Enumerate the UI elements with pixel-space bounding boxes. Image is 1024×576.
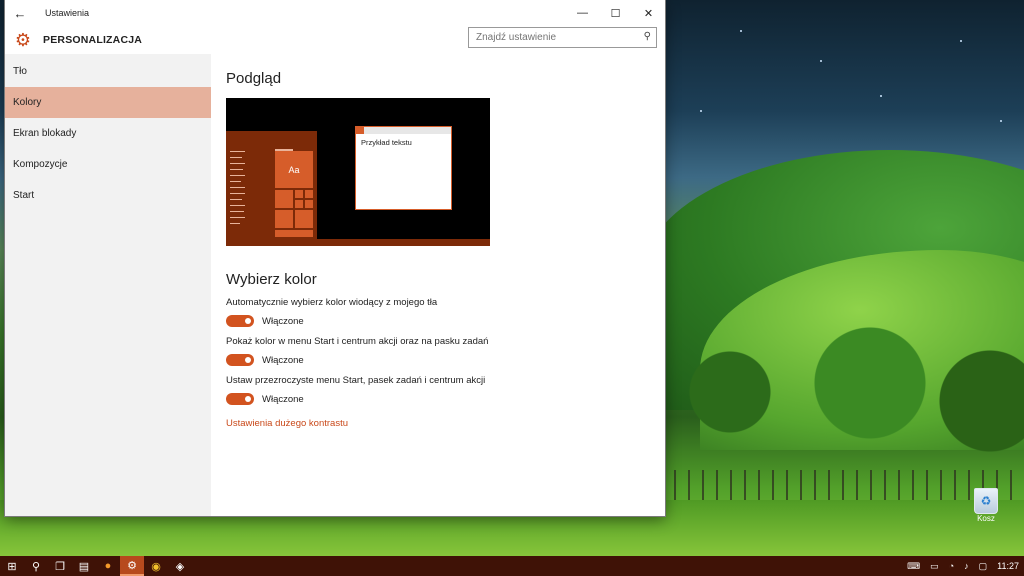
chrome-icon: ◉ [151, 560, 161, 573]
maximize-button[interactable]: ☐ [599, 0, 632, 26]
chrome-button[interactable]: ◉ [144, 556, 168, 576]
app-title: Ustawienia [45, 8, 90, 18]
search-icon: ⚲ [31, 560, 41, 573]
sidebar-item-kolory[interactable]: Kolory [5, 87, 211, 118]
search-icon[interactable]: ⚲ [644, 31, 651, 42]
settings-window: ← Ustawienia — ☐ ✕ ⚙ PERSONALIZACJA ⚲ Tł… [5, 0, 665, 516]
auto-accent-toggle[interactable] [226, 315, 254, 327]
preview-taskbar [226, 239, 490, 246]
page-title: PERSONALIZACJA [43, 34, 143, 46]
sidebar: Tło Kolory Ekran blokady Kompozycje Star… [5, 54, 211, 516]
app-icon: ◈ [175, 560, 185, 573]
show-color-toggle[interactable] [226, 354, 254, 366]
taskbar: ⊞ ⚲ ❐ ▤ ● ⚙ ◉ ◈ ⌨ ▭ ◔ ♪ ▢ 11:27 [0, 556, 1024, 576]
back-button[interactable]: ← [5, 0, 35, 26]
auto-accent-state: Włączone [262, 315, 304, 327]
search-input[interactable] [476, 32, 636, 43]
recycle-bin-label: Kosz [977, 514, 995, 523]
high-contrast-link[interactable]: Ustawienia dużego kontrastu [226, 418, 665, 429]
battery-icon[interactable]: ▭ [930, 561, 939, 572]
show-color-state: Włączone [262, 354, 304, 366]
sidebar-item-ekran-blokady[interactable]: Ekran blokady [5, 118, 211, 149]
minimize-button[interactable]: — [566, 0, 599, 26]
task-view-icon: ❐ [55, 560, 65, 573]
transparency-label: Ustaw przezroczyste menu Start, pasek za… [226, 375, 486, 386]
search-box[interactable]: ⚲ [468, 27, 657, 48]
start-button[interactable]: ⊞ [0, 556, 24, 576]
recycle-bin[interactable]: ♻ Kosz [966, 488, 1006, 523]
preview-start-menu: Aa [226, 131, 317, 239]
preview-window: Przykład tekstu [355, 126, 452, 210]
color-preview: Aa Przykład tekstu [226, 98, 490, 246]
clock[interactable]: 11:27 [997, 561, 1019, 571]
network-icon[interactable]: ◔ [949, 561, 954, 571]
gear-icon: ⚙ [14, 29, 32, 50]
preview-heading: Podgląd [226, 70, 282, 87]
firefox-icon: ● [104, 560, 112, 572]
preview-window-text: Przykład tekstu [361, 138, 412, 147]
notifications-icon[interactable]: ▢ [979, 561, 988, 572]
auto-accent-label: Automatycznie wybierz kolor wiodący z mo… [226, 297, 438, 308]
settings-taskbar-button[interactable]: ⚙ [120, 556, 144, 576]
task-view-button[interactable]: ❐ [48, 556, 72, 576]
title-bar: ← Ustawienia — ☐ ✕ [5, 0, 665, 26]
volume-icon[interactable]: ♪ [964, 561, 969, 571]
notepad-icon: ▤ [78, 560, 90, 573]
app-button[interactable]: ◈ [168, 556, 192, 576]
show-color-label: Pokaż kolor w menu Start i centrum akcji… [226, 336, 489, 347]
system-tray: ⌨ ▭ ◔ ♪ ▢ 11:27 [902, 556, 1024, 576]
sidebar-item-kompozycje[interactable]: Kompozycje [5, 149, 211, 180]
windows-icon: ⊞ [7, 560, 17, 573]
search-taskbar-button[interactable]: ⚲ [24, 556, 48, 576]
notepad-button[interactable]: ▤ [72, 556, 96, 576]
sidebar-item-tlo[interactable]: Tło [5, 56, 211, 87]
main-content: Podgląd Aa Przykład tekstu Wybierz kolor… [211, 54, 665, 516]
transparency-toggle[interactable] [226, 393, 254, 405]
firefox-button[interactable]: ● [96, 556, 120, 576]
choose-color-heading: Wybierz kolor [226, 271, 317, 288]
page-header: ⚙ PERSONALIZACJA ⚲ [5, 26, 665, 54]
recycle-bin-icon: ♻ [974, 488, 998, 514]
keyboard-icon[interactable]: ⌨ [907, 561, 920, 572]
preview-tile-text: Aa [288, 164, 300, 175]
sidebar-item-start[interactable]: Start [5, 180, 211, 211]
close-button[interactable]: ✕ [632, 0, 665, 26]
transparency-state: Włączone [262, 393, 304, 405]
gear-icon: ⚙ [127, 559, 137, 572]
back-arrow-icon: ← [13, 5, 27, 21]
